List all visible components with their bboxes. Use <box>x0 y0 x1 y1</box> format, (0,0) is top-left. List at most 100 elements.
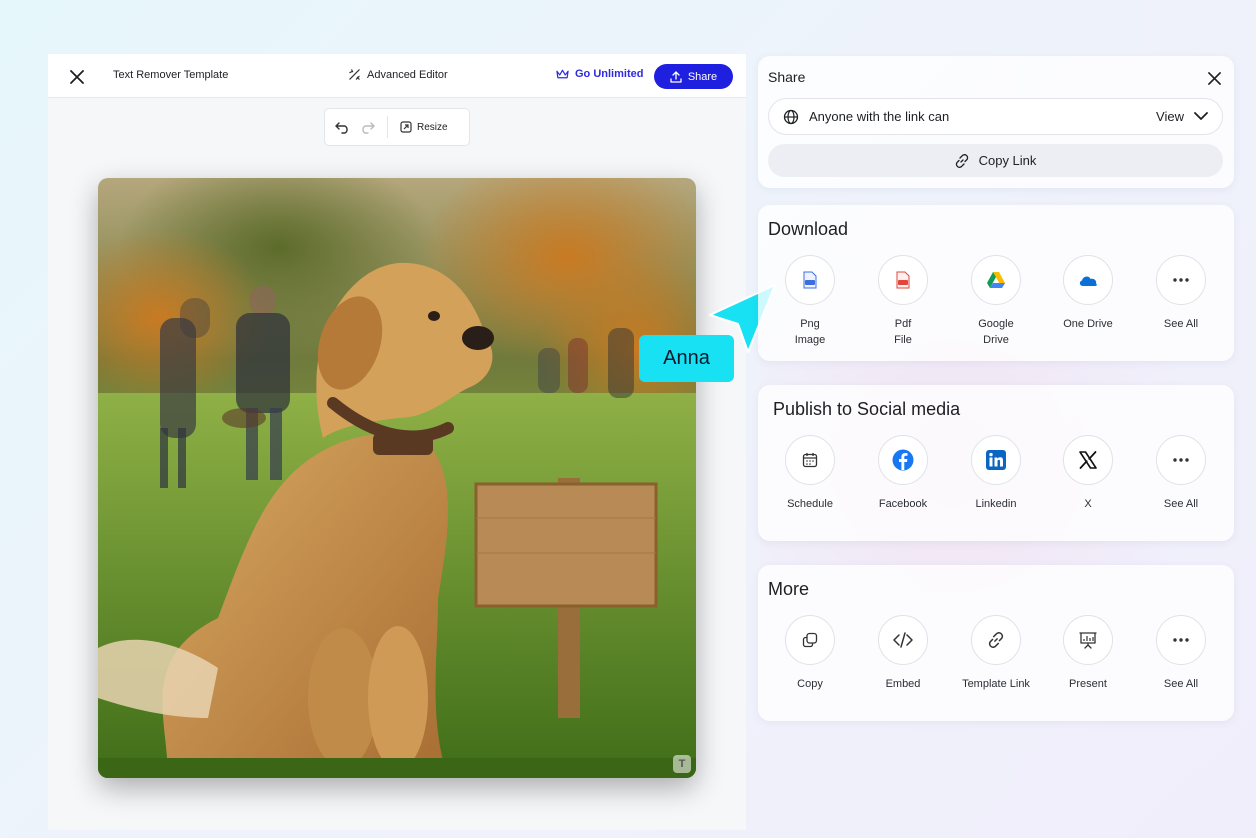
go-unlimited-label: Go Unlimited <box>575 68 644 80</box>
collaborator-name-tag: Anna <box>639 335 734 382</box>
linkedin-option[interactable]: Linkedin <box>950 435 1042 512</box>
magic-tools-icon <box>349 69 360 80</box>
pdf-file-icon <box>896 271 910 289</box>
more-panel: More Copy Embed Template Link Present Se… <box>758 565 1234 721</box>
more-dots-icon <box>1173 278 1189 282</box>
copy-link-button[interactable]: Copy Link <box>768 144 1223 177</box>
link-icon <box>955 153 968 168</box>
more-options: Copy Embed Template Link Present See All <box>758 615 1234 715</box>
google-drive-option-circle <box>971 255 1021 305</box>
permission-value: View <box>1156 109 1184 124</box>
download-png-option[interactable]: Png Image <box>764 255 856 348</box>
onedrive-option-circle <box>1063 255 1113 305</box>
close-share-button[interactable] <box>1204 68 1224 88</box>
download-see-all-option[interactable]: See All <box>1135 255 1227 332</box>
link-access-dropdown[interactable]: Anyone with the link can View <box>768 98 1223 135</box>
resize-label: Resize <box>417 121 448 133</box>
copy-link-label: Copy Link <box>978 153 1037 168</box>
link-access-label: Anyone with the link can <box>809 109 950 124</box>
more-see-all-option[interactable]: See All <box>1135 615 1227 692</box>
copy-option-circle <box>785 615 835 665</box>
see-all-label: See All <box>1163 318 1199 330</box>
linkedin-icon <box>986 450 1006 470</box>
facebook-option-circle <box>878 435 928 485</box>
linkedin-option-circle <box>971 435 1021 485</box>
resize-button[interactable]: Resize <box>400 121 448 133</box>
more-dots-icon <box>1173 458 1189 462</box>
upload-icon <box>670 70 682 83</box>
social-title: Publish to Social media <box>773 399 961 419</box>
pdf-option-circle <box>878 255 928 305</box>
download-options: Png Image Pdf File Google Drive One Driv… <box>758 255 1234 355</box>
go-unlimited-button[interactable]: Go Unlimited <box>556 68 643 80</box>
close-editor-button[interactable] <box>66 66 88 88</box>
present-option[interactable]: Present <box>1042 615 1134 692</box>
social-panel: Publish to Social media Schedule Faceboo… <box>758 385 1234 541</box>
x-option-circle <box>1063 435 1113 485</box>
png-option-circle <box>785 255 835 305</box>
more-dots-icon <box>1173 638 1189 642</box>
png-option-label: Png Image <box>794 318 826 346</box>
undo-icon[interactable] <box>335 120 351 134</box>
onedrive-icon <box>1079 275 1097 286</box>
advanced-editor-label: Advanced Editor <box>367 68 448 81</box>
download-onedrive-option[interactable]: One Drive <box>1042 255 1134 332</box>
embed-option-circle <box>878 615 928 665</box>
embed-option-label: Embed <box>885 678 921 690</box>
linkedin-option-label: Linkedin <box>975 498 1017 510</box>
crown-icon <box>556 69 569 79</box>
redo-icon[interactable] <box>359 120 375 134</box>
facebook-option[interactable]: Facebook <box>857 435 949 512</box>
see-all-circle <box>1156 255 1206 305</box>
schedule-option-label: Schedule <box>787 498 833 510</box>
schedule-option[interactable]: Schedule <box>764 435 856 512</box>
more-title: More <box>768 579 810 599</box>
share-label: Share <box>687 70 718 83</box>
share-panel-title: Share <box>768 69 806 85</box>
download-panel: Download Png Image Pdf File Google Drive… <box>758 205 1234 361</box>
facebook-option-label: Facebook <box>878 498 928 510</box>
dog-photo <box>98 178 696 778</box>
presentation-icon <box>1079 632 1097 649</box>
x-option[interactable]: X <box>1042 435 1134 512</box>
top-bar: Text Remover Template Advanced Editor Go… <box>48 54 746 98</box>
google-drive-option-label: Google Drive <box>978 318 1014 346</box>
share-panel: Share Anyone with the link can View Copy… <box>758 56 1234 188</box>
close-icon <box>70 70 84 84</box>
download-title: Download <box>768 219 849 239</box>
code-icon <box>893 632 913 648</box>
toolbar-divider <box>387 116 388 138</box>
social-see-all-option[interactable]: See All <box>1135 435 1227 512</box>
template-link-option-circle <box>971 615 1021 665</box>
download-google-drive-option[interactable]: Google Drive <box>950 255 1042 348</box>
see-all-circle <box>1156 615 1206 665</box>
permission-selector[interactable]: View <box>1156 109 1208 124</box>
canvas-image[interactable]: T <box>98 178 696 778</box>
pdf-option-label: Pdf File <box>894 318 912 346</box>
copy-icon <box>802 632 818 648</box>
canvas-toolbar: Resize <box>324 108 470 146</box>
download-pdf-option[interactable]: Pdf File <box>857 255 949 348</box>
close-icon <box>1207 71 1221 85</box>
document-title: Text Remover Template <box>113 69 229 81</box>
facebook-icon <box>892 449 914 471</box>
present-option-label: Present <box>1069 678 1107 690</box>
link-icon <box>988 632 1004 648</box>
social-options: Schedule Facebook Linkedin X See All <box>758 435 1234 535</box>
copy-option[interactable]: Copy <box>764 615 856 692</box>
google-drive-icon <box>987 272 1005 288</box>
x-option-label: X <box>1084 498 1092 510</box>
chevron-down-icon <box>1194 112 1208 120</box>
globe-icon <box>783 109 799 124</box>
see-all-circle <box>1156 435 1206 485</box>
onedrive-option-label: One Drive <box>1063 318 1113 330</box>
resize-icon <box>400 121 412 133</box>
schedule-option-circle <box>785 435 835 485</box>
editor-panel: Text Remover Template Advanced Editor Go… <box>48 54 746 830</box>
see-all-label: See All <box>1163 498 1199 510</box>
share-button[interactable]: Share <box>654 64 733 89</box>
embed-option[interactable]: Embed <box>857 615 949 692</box>
png-file-icon <box>803 271 817 289</box>
advanced-editor-button[interactable]: Advanced Editor <box>348 68 448 81</box>
template-link-option[interactable]: Template Link <box>950 615 1042 692</box>
